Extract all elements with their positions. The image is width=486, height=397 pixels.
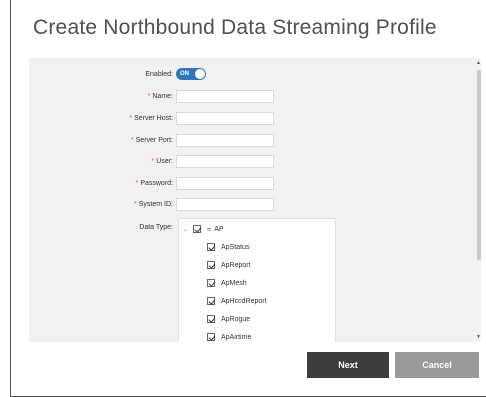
required-marker: *	[151, 157, 155, 165]
system-id-label: * System ID:	[134, 200, 173, 208]
tree-label: ApHccdReport	[221, 297, 267, 305]
tree-item-aprogue[interactable]: ApRogue	[207, 313, 250, 325]
data-type-label: Data Type:	[139, 223, 173, 231]
enabled-toggle[interactable]: ON	[176, 68, 206, 80]
enabled-label: Enabled:	[145, 70, 173, 78]
scroll-down-icon[interactable]: ▼	[476, 334, 481, 340]
user-input[interactable]	[176, 154, 274, 168]
chevron-down-icon[interactable]: ⌄	[183, 226, 191, 233]
checkbox-aprogue[interactable]	[207, 315, 215, 323]
next-button[interactable]: Next	[307, 352, 389, 378]
user-row: * User:	[29, 154, 274, 168]
server-port-row: * Server Port:	[29, 133, 274, 147]
checkbox-ap[interactable]	[193, 225, 201, 233]
enabled-row: Enabled: ON	[29, 67, 206, 81]
wifi-icon: ≈	[207, 224, 212, 234]
checkbox-apmesh[interactable]	[207, 279, 215, 287]
system-id-input[interactable]	[176, 197, 274, 211]
tree-item-apmesh[interactable]: ApMesh	[207, 277, 247, 289]
data-type-tree: ⌄ ≈ AP ApStatus ApReport ApMesh ApHccdRe…	[178, 218, 336, 342]
data-type-row: Data Type:	[29, 220, 176, 234]
checkbox-aphccdreport[interactable]	[207, 297, 215, 305]
password-input[interactable]	[176, 176, 274, 190]
tree-label: ApRogue	[221, 315, 251, 323]
checkbox-apreport[interactable]	[207, 261, 215, 269]
tree-label-ap: AP	[214, 225, 224, 233]
toggle-state-text: ON	[180, 71, 189, 77]
user-label: * User:	[151, 157, 173, 165]
checkbox-apairtime[interactable]	[207, 333, 215, 341]
name-row: * Name:	[29, 89, 274, 103]
server-port-label: * Server Port:	[130, 136, 173, 144]
tree-item-apreport[interactable]: ApReport	[207, 259, 251, 271]
tree-label: ApStatus	[221, 243, 250, 251]
required-marker: *	[135, 179, 139, 187]
tree-label: ApMesh	[221, 279, 247, 287]
tree-item-apairtime[interactable]: ApAirtime	[207, 331, 251, 342]
create-profile-dialog: Create Northbound Data Streaming Profile…	[10, 0, 486, 397]
tree-root-ap[interactable]: ⌄ ≈ AP	[183, 223, 224, 235]
server-host-row: * Server Host:	[29, 111, 274, 125]
required-marker: *	[134, 200, 137, 208]
name-label: * Name:	[147, 92, 173, 100]
required-marker: *	[147, 92, 151, 100]
system-id-row: * System ID:	[29, 197, 274, 211]
form-scrollbar[interactable]: ▲ ▼	[476, 58, 481, 342]
cancel-button[interactable]: Cancel	[395, 352, 479, 378]
server-port-input[interactable]	[176, 133, 274, 147]
name-input[interactable]	[176, 89, 274, 103]
server-host-input[interactable]	[176, 111, 274, 125]
password-row: * Password:	[29, 176, 274, 190]
scroll-up-icon[interactable]: ▲	[476, 60, 481, 66]
required-marker: *	[130, 136, 134, 144]
dialog-title: Create Northbound Data Streaming Profile	[33, 16, 437, 39]
scroll-thumb[interactable]	[477, 70, 481, 260]
tree-label: ApAirtime	[221, 333, 252, 341]
form-area: Enabled: ON * Name: * Server Host: * Server	[29, 58, 481, 342]
tree-item-aphccdreport[interactable]: ApHccdReport	[207, 295, 267, 307]
tree-item-apstatus[interactable]: ApStatus	[207, 241, 249, 253]
checkbox-apstatus[interactable]	[207, 243, 215, 251]
tree-label: ApReport	[221, 261, 251, 269]
toggle-knob	[195, 69, 205, 79]
password-label: * Password:	[135, 179, 173, 187]
required-marker: *	[129, 114, 133, 122]
server-host-label: * Server Host:	[129, 114, 173, 122]
